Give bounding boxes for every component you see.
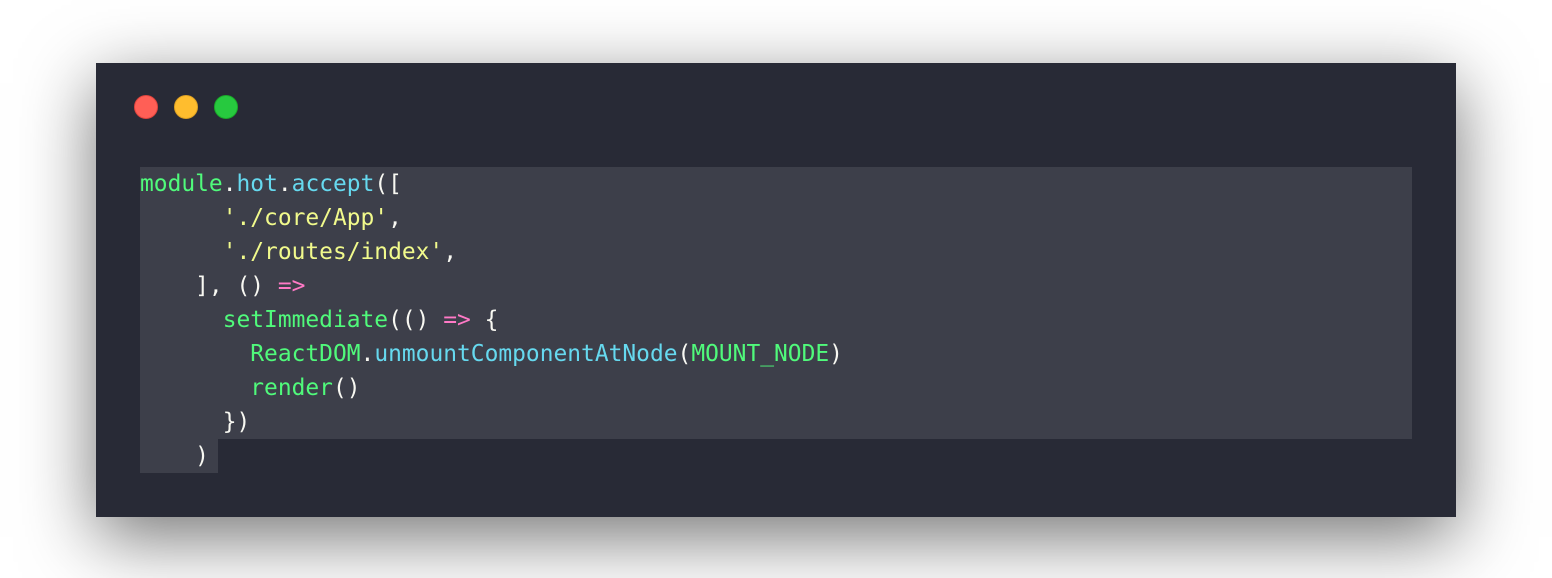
code-token: . (277, 171, 292, 197)
code-token: . (360, 341, 375, 367)
code-line: './routes/index', (140, 235, 1412, 269)
code-line: ], () => (140, 269, 1412, 303)
code-window: module.hot.accept([ './core/App', './rou… (96, 63, 1456, 517)
code-token: => (443, 307, 471, 333)
code-token: setImmediate (222, 307, 389, 333)
code-token: { (470, 307, 499, 333)
code-line: ReactDOM.unmountComponentAtNode(MOUNT_NO… (140, 337, 1412, 371)
code-token: accept (291, 171, 375, 197)
code-token: , (443, 239, 458, 265)
code-token: . (222, 171, 237, 197)
minimize-window-dot-icon[interactable] (174, 95, 198, 119)
code-token: , (388, 205, 402, 231)
code-token: unmountComponentAtNode (374, 341, 678, 367)
code-token: './routes/index' (222, 239, 444, 265)
code-token: ( (677, 341, 692, 367)
code-token: MOUNT_NODE (691, 341, 830, 367)
code-line: }) (140, 405, 1412, 439)
code-token: ReactDOM (250, 341, 361, 367)
maximize-window-dot-icon[interactable] (214, 95, 238, 119)
code-token: module (140, 171, 223, 197)
canvas: module.hot.accept([ './core/App', './rou… (0, 0, 1552, 578)
code-token: ) (829, 341, 843, 367)
code-line: render() (140, 371, 1412, 405)
code-token: (() (388, 307, 444, 333)
code-line: module.hot.accept([ (140, 167, 1412, 201)
close-window-dot-icon[interactable] (134, 95, 158, 119)
code-token: render (250, 375, 333, 401)
code-block: module.hot.accept([ './core/App', './rou… (140, 167, 1412, 473)
code-token: './core/App' (222, 205, 389, 231)
code-token: ) (140, 443, 209, 469)
code-line: './core/App', (140, 201, 1412, 235)
code-token: hot (236, 171, 278, 197)
code-token: ([ (374, 171, 402, 197)
code-line: ) (140, 439, 218, 473)
code-token: => (277, 273, 306, 299)
code-token: }) (140, 409, 251, 435)
code-line: setImmediate(() => { (140, 303, 1412, 337)
code-token: () (332, 375, 361, 401)
code-token: ], () (140, 273, 278, 299)
